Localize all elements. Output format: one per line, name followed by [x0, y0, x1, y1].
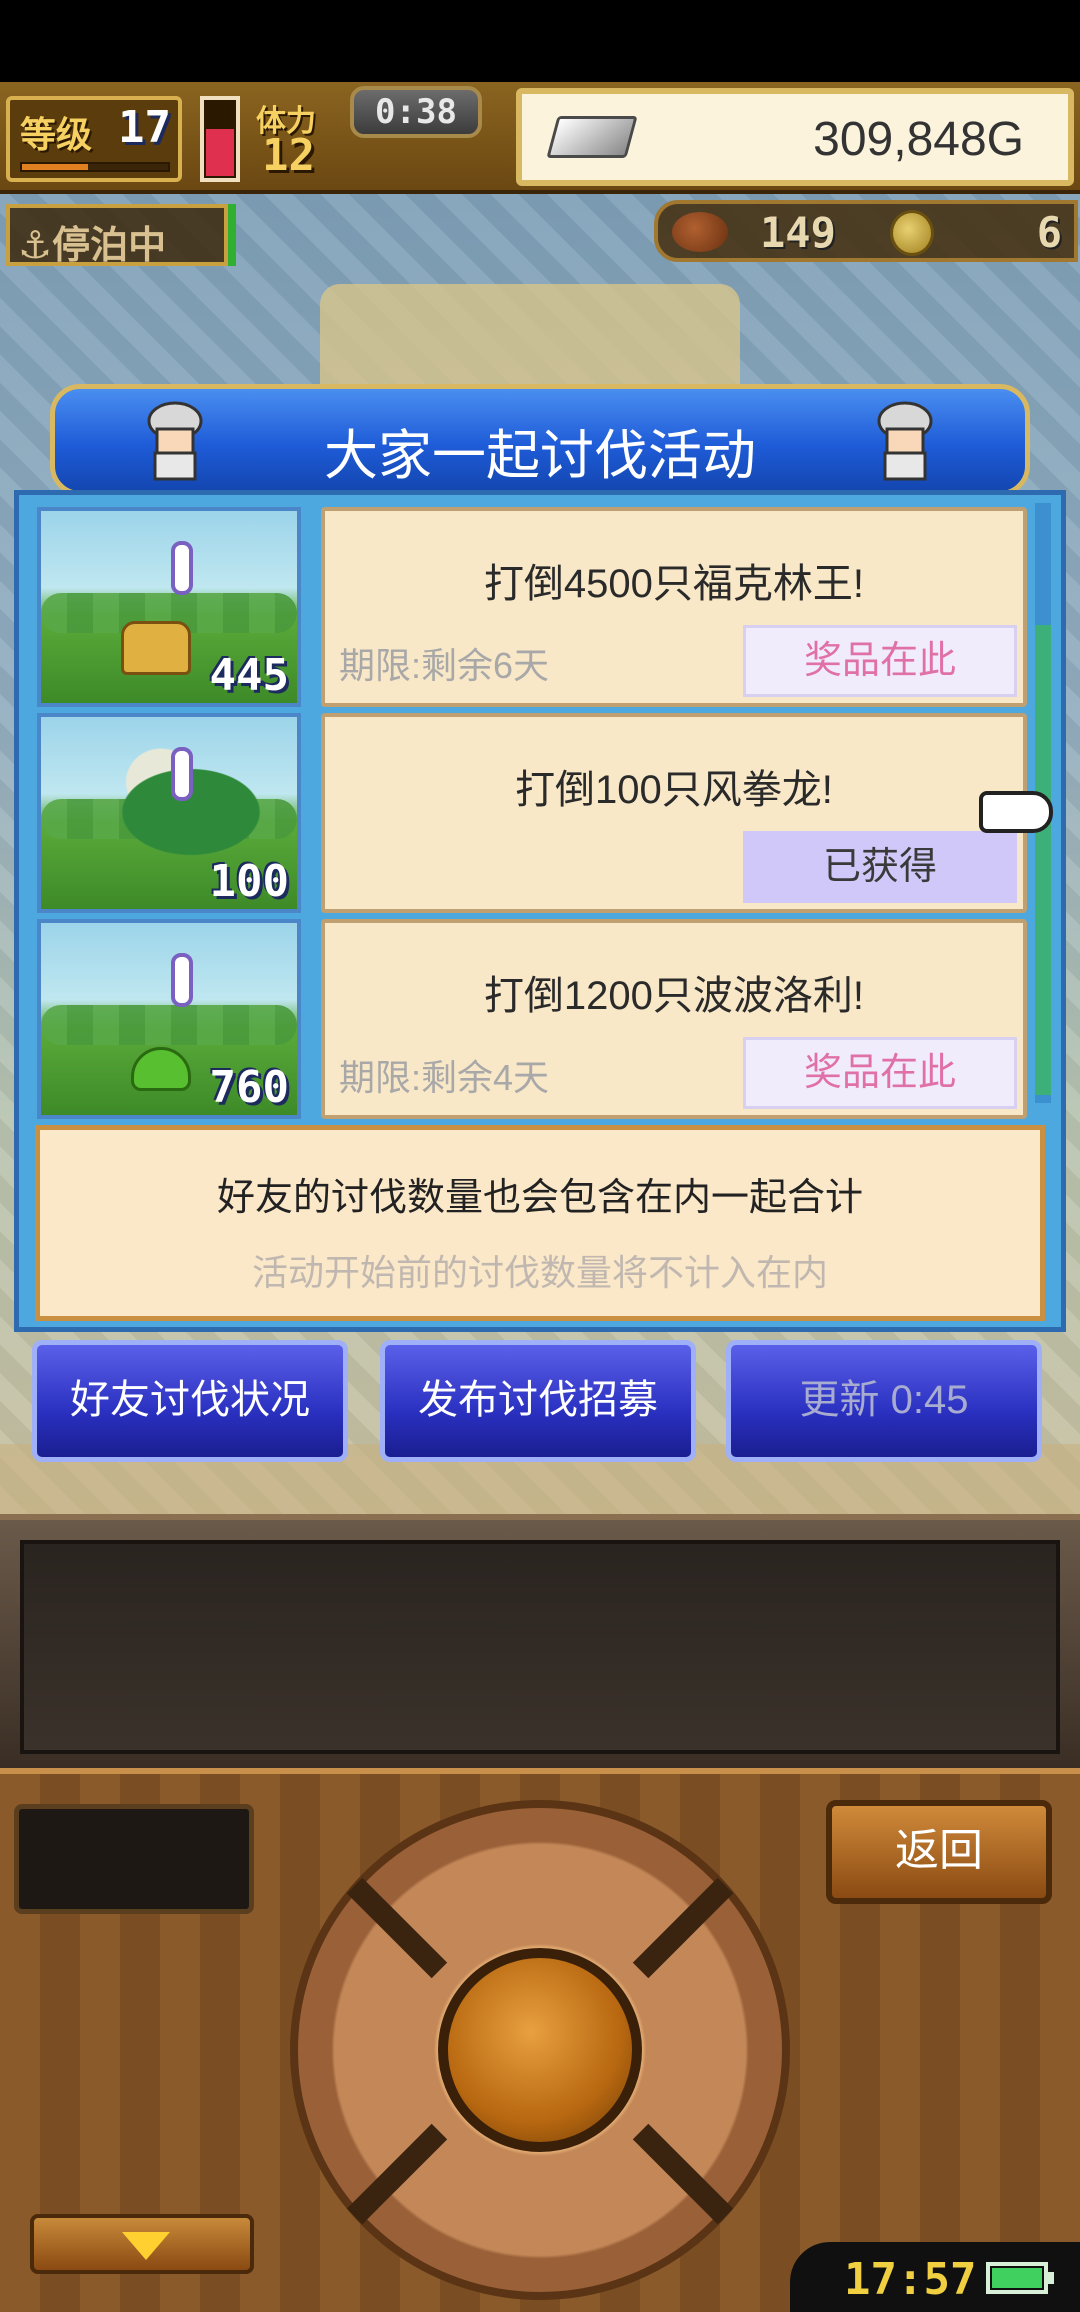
item-slot[interactable] [14, 1804, 254, 1914]
friends-status-button[interactable]: 好友讨伐状况 [32, 1340, 348, 1462]
hp-gauge [200, 96, 240, 182]
gold-value: 309,848G [813, 113, 1024, 166]
message-box [20, 1540, 1060, 1754]
battery-icon [986, 2262, 1054, 2294]
resource-display: 149 6 [654, 200, 1078, 262]
dpad-center-button[interactable] [438, 1948, 642, 2152]
event-card[interactable]: 打倒100只风拳龙! 已获得 [321, 713, 1027, 913]
king-monster-icon [121, 621, 191, 675]
scrollbar-thumb[interactable] [1035, 625, 1051, 1095]
exclamation-icon [171, 541, 193, 595]
event-goal: 打倒4500只福克林王! [483, 562, 865, 606]
info-main-text: 好友的讨伐数量也会包含在内一起合计 [216, 1177, 863, 1219]
event-time-limit: 期限:剩余6天 [339, 645, 550, 686]
clock-time: 17:57 [844, 2254, 977, 2305]
event-card[interactable]: 打倒1200只波波洛利! 期限:剩余4天 奖品在此 [321, 919, 1027, 1119]
level-label: 等级 [20, 115, 93, 156]
event-thumbnail: 445 [37, 507, 301, 707]
controller-panel: 返回 17:57 [0, 1768, 1080, 2312]
event-thumbnail: 100 [37, 713, 301, 913]
event-list-panel: 445 打倒4500只福克林王! 期限:剩余6天 奖品在此 100 打倒100只… [14, 490, 1066, 1332]
stamina-value: 12 [262, 130, 315, 181]
arrow-down-icon [122, 2232, 170, 2260]
exclamation-icon [171, 747, 193, 801]
silver-ingot-icon [546, 116, 638, 158]
clock-display: 17:57 [790, 2242, 1080, 2312]
timer-display: 0:38 [350, 86, 482, 138]
kill-count: 445 [209, 650, 289, 701]
menu-toggle-button[interactable] [30, 2214, 254, 2274]
event-card[interactable]: 打倒4500只福克林王! 期限:剩余6天 奖品在此 [321, 507, 1027, 707]
coin-value: 6 [1036, 208, 1062, 257]
stamina-box: 体力 12 [252, 96, 348, 182]
event-thumbnail: 760 [37, 919, 301, 1119]
pointing-hand-icon [979, 791, 1053, 833]
dpad[interactable] [290, 1800, 790, 2300]
status-indicator [228, 204, 236, 266]
gold-display: 309,848G [516, 88, 1074, 186]
obtained-button[interactable]: 已获得 [743, 831, 1017, 903]
level-value: 17 [118, 102, 171, 153]
refresh-button[interactable]: 更新 0:45 [726, 1340, 1042, 1462]
post-recruit-button[interactable]: 发布讨伐招募 [380, 1340, 696, 1462]
event-row: 100 打倒100只风拳龙! 已获得 [37, 713, 1027, 913]
level-box: 等级 17 [6, 96, 182, 182]
info-sub-text: 活动开始前的讨伐数量将不计入在内 [251, 1252, 828, 1293]
kill-count: 760 [209, 1062, 289, 1113]
food-icon [672, 212, 728, 252]
prize-button[interactable]: 奖品在此 [743, 625, 1017, 697]
event-goal: 打倒100只风拳龙! [515, 768, 833, 812]
message-panel [0, 1514, 1080, 1768]
event-time-limit: 期限:剩余4天 [339, 1057, 550, 1098]
slime-monster-icon [131, 1047, 191, 1091]
back-button[interactable]: 返回 [826, 1800, 1052, 1904]
anchor-status-label: ⚓停泊中 [18, 223, 167, 267]
level-progress-bar [20, 162, 170, 172]
food-value: 149 [760, 208, 836, 257]
prize-button[interactable]: 奖品在此 [743, 1037, 1017, 1109]
event-info-box: 好友的讨伐数量也会包含在内一起合计 活动开始前的讨伐数量将不计入在内 [35, 1125, 1045, 1321]
anchor-status: ⚓停泊中 [6, 204, 228, 267]
exclamation-icon [171, 953, 193, 1007]
kill-count: 100 [209, 856, 289, 907]
event-goal: 打倒1200只波波洛利! [483, 974, 865, 1018]
event-row: 760 打倒1200只波波洛利! 期限:剩余4天 奖品在此 [37, 919, 1027, 1119]
event-title-banner: 大家一起讨伐活动 [50, 384, 1030, 496]
event-row: 445 打倒4500只福克林王! 期限:剩余6天 奖品在此 [37, 507, 1027, 707]
soldier-icon [877, 401, 933, 481]
coin-icon [890, 210, 934, 256]
